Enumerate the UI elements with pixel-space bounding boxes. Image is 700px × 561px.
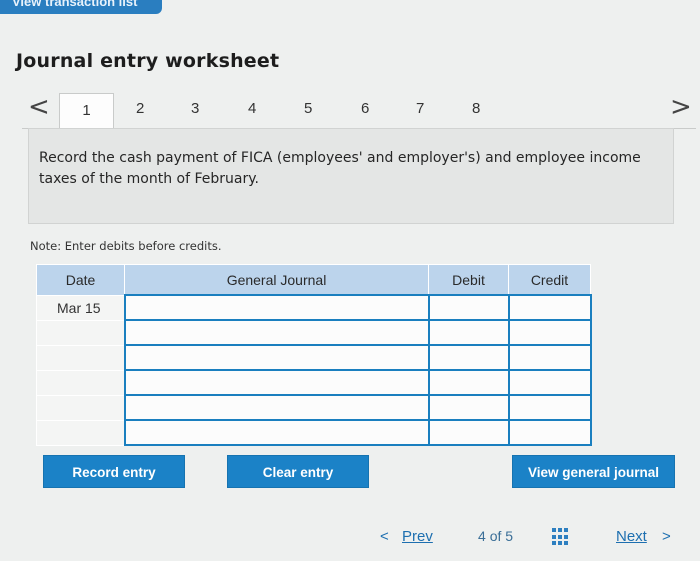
date-column-header: Date	[36, 264, 125, 296]
prompt-text: Record the cash payment of FICA (employe…	[39, 150, 641, 187]
tab-4[interactable]: 4	[248, 100, 256, 117]
debit-input[interactable]	[427, 419, 510, 446]
page-of: of	[489, 528, 502, 544]
debit-input[interactable]	[427, 319, 510, 346]
page-total: 5	[505, 528, 514, 544]
account-input[interactable]	[123, 369, 430, 396]
date-cell: Mar 15	[36, 294, 125, 321]
entry-tabs: < 1 2 3 4 5 6 7 8 >	[22, 90, 696, 129]
prev-button[interactable]: Prev	[402, 528, 433, 545]
credit-input[interactable]	[507, 394, 592, 421]
tab-6[interactable]: 6	[361, 100, 369, 117]
table-row	[36, 419, 592, 446]
record-entry-button[interactable]: Record entry	[43, 455, 185, 488]
view-transaction-list-button[interactable]: View transaction list	[0, 0, 162, 14]
credit-input[interactable]	[507, 419, 592, 446]
date-cell	[36, 344, 125, 371]
tab-next-arrow-icon[interactable]: >	[670, 92, 692, 122]
account-input[interactable]	[123, 419, 430, 446]
journal-table: Date General Journal Debit Credit Mar 15	[36, 264, 592, 446]
date-cell	[36, 369, 125, 396]
account-input[interactable]	[123, 394, 430, 421]
tab-7[interactable]: 7	[416, 100, 424, 117]
credit-input[interactable]	[507, 294, 592, 321]
next-button[interactable]: Next	[616, 528, 647, 545]
table-row	[36, 319, 592, 346]
table-row	[36, 344, 592, 371]
prev-chevron-icon[interactable]: <	[380, 528, 389, 545]
tab-3[interactable]: 3	[191, 100, 199, 117]
next-chevron-icon[interactable]: >	[662, 528, 671, 545]
debit-column-header: Debit	[428, 264, 509, 296]
page-grid-icon[interactable]	[552, 528, 570, 546]
account-input[interactable]	[123, 319, 430, 346]
debit-input[interactable]	[427, 294, 510, 321]
tab-2[interactable]: 2	[136, 100, 144, 117]
general-journal-column-header: General Journal	[124, 264, 429, 296]
account-input[interactable]	[123, 294, 430, 321]
table-row: Mar 15	[36, 294, 592, 321]
tab-prev-arrow-icon[interactable]: <	[28, 92, 50, 122]
table-row	[36, 394, 592, 421]
account-input[interactable]	[123, 344, 430, 371]
tab-5[interactable]: 5	[304, 100, 312, 117]
page-indicator: 4 of 5	[478, 528, 513, 544]
credit-input[interactable]	[507, 319, 592, 346]
date-cell	[36, 319, 125, 346]
table-row	[36, 369, 592, 396]
note-text: Note: Enter debits before credits.	[30, 239, 222, 253]
debit-input[interactable]	[427, 344, 510, 371]
debit-input[interactable]	[427, 369, 510, 396]
view-general-journal-button[interactable]: View general journal	[512, 455, 675, 488]
debit-input[interactable]	[427, 394, 510, 421]
tab-1[interactable]: 1	[59, 93, 114, 129]
clear-entry-button[interactable]: Clear entry	[227, 455, 369, 488]
tab-8[interactable]: 8	[472, 100, 480, 117]
date-cell	[36, 419, 125, 446]
page-title: Journal entry worksheet	[16, 50, 280, 72]
journal-header-row: Date General Journal Debit Credit	[36, 264, 591, 296]
credit-input[interactable]	[507, 369, 592, 396]
credit-column-header: Credit	[508, 264, 591, 296]
date-cell	[36, 394, 125, 421]
page-current: 4	[478, 528, 486, 544]
credit-input[interactable]	[507, 344, 592, 371]
question-prompt: Record the cash payment of FICA (employe…	[28, 128, 674, 224]
